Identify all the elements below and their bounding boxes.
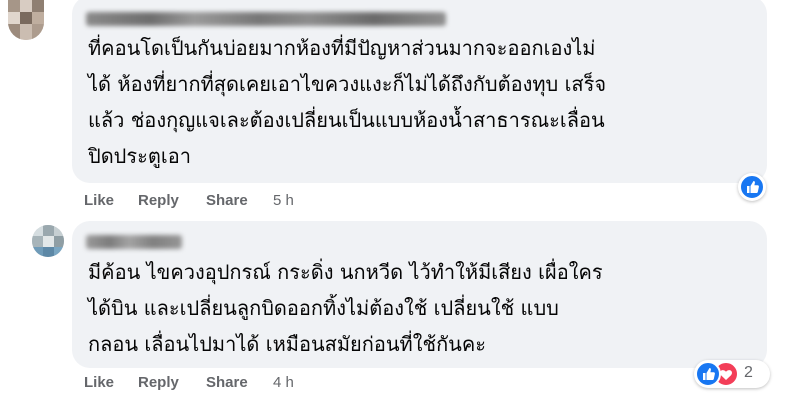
comment-2: มีค้อน ไขควงอุปกรณ์ กระดิ่ง นกหวีด ไว้ทำ… — [0, 218, 800, 402]
reply-button[interactable]: Reply — [138, 192, 179, 209]
comment-line: แล้ว ช่องกุญแจเละต้องเปลี่ยนเป็นแบบห้องน… — [88, 108, 605, 132]
like-icon — [739, 174, 765, 200]
like-button[interactable]: Like — [84, 192, 114, 209]
comment-text: ที่คอนโดเป็นกันบ่อยมากห้องที่มีปัญหาส่วน… — [88, 30, 606, 174]
comment-line: ที่คอนโดเป็นกันบ่อยมากห้องที่มีปัญหาส่วน… — [88, 36, 596, 60]
comment-line: ได้ ห้องที่ยากที่สุดเคยเอาไขควงแงะก็ไม่ไ… — [88, 72, 607, 96]
comment-line: มีค้อน ไขควงอุปกรณ์ กระดิ่ง นกหวีด ไว้ทำ… — [88, 260, 603, 284]
comment-bubble: มีค้อน ไขควงอุปกรณ์ กระดิ่ง นกหวีด ไว้ทำ… — [72, 221, 767, 368]
comment-1: ที่คอนโดเป็นกันบ่อยมากห้องที่มีปัญหาส่วน… — [0, 0, 800, 215]
comment-bubble: ที่คอนโดเป็นกันบ่อยมากห้องที่มีปัญหาส่วน… — [72, 0, 767, 183]
share-button[interactable]: Share — [206, 192, 248, 209]
blurred-author-name[interactable] — [86, 235, 182, 249]
reactions-summary[interactable]: 2 — [694, 360, 770, 388]
blurred-author-name[interactable] — [86, 12, 446, 26]
comment-actions: Like Reply Share 5 h — [84, 192, 384, 212]
reaction-count: 2 — [744, 364, 753, 381]
comment-text: มีค้อน ไขควงอุปกรณ์ กระดิ่ง นกหวีด ไว้ทำ… — [88, 254, 603, 362]
timestamp[interactable]: 4 h — [273, 374, 294, 391]
share-button[interactable]: Share — [206, 374, 248, 391]
comment-line: กลอน เลื่อนไปมาได้ เหมือนสมัยก่อนที่ใช้ก… — [88, 332, 486, 356]
like-icon — [695, 361, 721, 387]
timestamp[interactable]: 5 h — [273, 192, 294, 209]
comment-actions: Like Reply Share 4 h — [84, 374, 384, 394]
like-button[interactable]: Like — [84, 374, 114, 391]
reply-button[interactable]: Reply — [138, 374, 179, 391]
commenter-avatar[interactable] — [32, 225, 64, 257]
comment-line: ปิดประตูเอา — [88, 144, 191, 168]
reactions-summary[interactable] — [738, 173, 766, 201]
comment-line: ได้บิน และเปลี่ยนลูกบิดออกทิ้งไม่ต้องใช้… — [88, 296, 559, 320]
commenter-avatar[interactable] — [8, 0, 44, 40]
